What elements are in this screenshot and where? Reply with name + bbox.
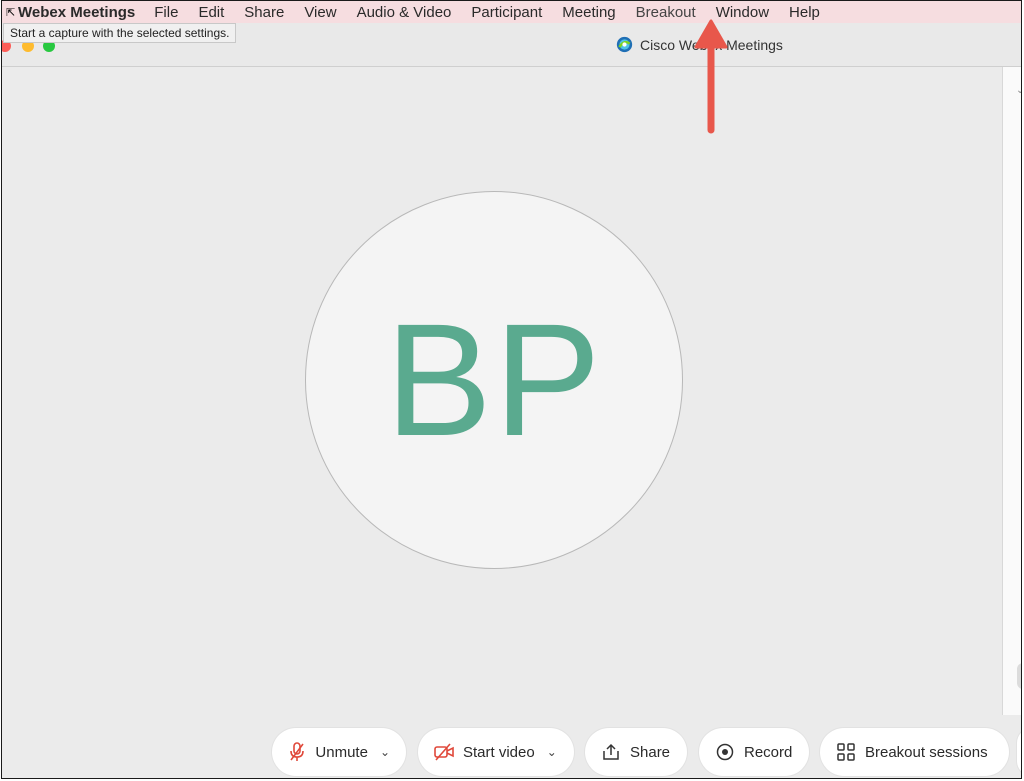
side-panel-edge: ⌄ — [1002, 67, 1021, 715]
menu-file[interactable]: File — [144, 4, 188, 21]
mic-off-icon — [288, 742, 306, 762]
start-video-button[interactable]: Start video ⌄ — [418, 728, 574, 776]
menu-edit[interactable]: Edit — [188, 4, 234, 21]
share-button[interactable]: Share — [585, 728, 687, 776]
start-video-label: Start video — [463, 743, 535, 761]
breakout-grid-icon — [836, 742, 856, 762]
video-off-icon — [434, 742, 454, 762]
menu-app-name[interactable]: Webex Meetings — [16, 4, 144, 21]
participant-avatar: BP — [305, 191, 683, 569]
menu-participant[interactable]: Participant — [461, 4, 552, 21]
menu-audio-video[interactable]: Audio & Video — [347, 4, 462, 21]
menu-meeting[interactable]: Meeting — [552, 4, 625, 21]
record-icon — [715, 742, 735, 762]
record-label: Record — [744, 743, 793, 761]
chevron-down-icon[interactable]: ⌄ — [1016, 85, 1021, 96]
chevron-down-icon[interactable]: ⌄ — [380, 745, 390, 759]
meeting-controls-bar: Unmute ⌄ Start video ⌄ Share Record Brea… — [2, 715, 1021, 778]
webex-logo-icon — [616, 36, 633, 53]
video-stage: BP — [2, 67, 1002, 715]
avatar-initials: BP — [385, 290, 603, 469]
share-icon — [601, 742, 621, 762]
unmute-button[interactable]: Unmute ⌄ — [272, 728, 406, 776]
menu-bar: ⇱ Webex Meetings File Edit Share View Au… — [2, 1, 1021, 23]
panel-scroll-handle[interactable] — [1017, 663, 1021, 689]
share-label: Share — [630, 743, 671, 761]
menu-share[interactable]: Share — [234, 4, 294, 21]
record-button[interactable]: Record — [699, 728, 809, 776]
screenshot-frame: ⇱ Webex Meetings File Edit Share View Au… — [1, 0, 1022, 779]
more-controls-button[interactable] — [1017, 728, 1021, 776]
menu-help[interactable]: Help — [779, 4, 830, 21]
annotation-arrow — [694, 19, 728, 134]
chevron-down-icon[interactable]: ⌄ — [547, 745, 557, 759]
capture-tooltip: Start a capture with the selected settin… — [3, 23, 237, 43]
cursor-icon: ⇱ — [6, 6, 16, 19]
breakout-sessions-label: Breakout sessions — [865, 743, 988, 761]
menu-view[interactable]: View — [294, 4, 346, 21]
unmute-label: Unmute — [315, 743, 368, 761]
breakout-sessions-button[interactable]: Breakout sessions — [820, 728, 1009, 776]
